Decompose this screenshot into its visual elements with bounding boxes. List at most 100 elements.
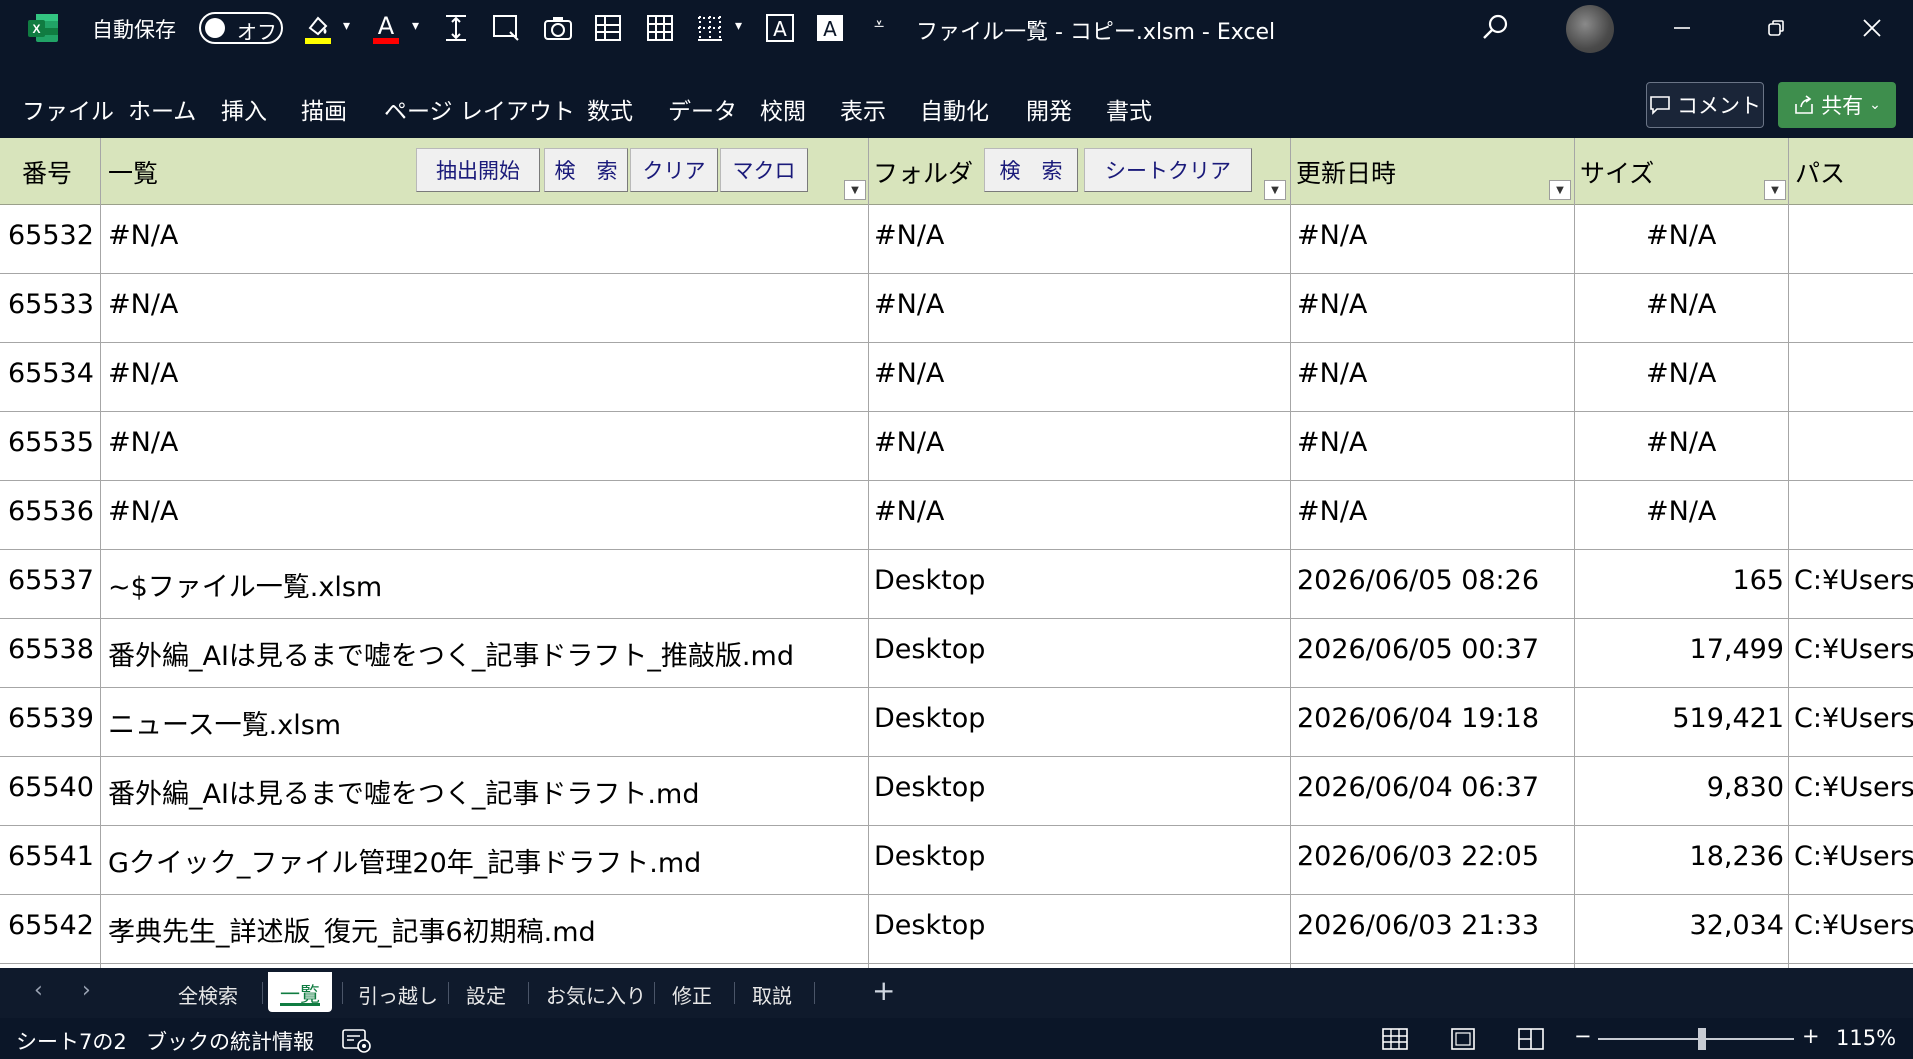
sheet-tab-all-search[interactable]: 全検索	[178, 980, 238, 1009]
search-icon[interactable]	[1478, 10, 1514, 46]
table-cell-date[interactable]: #N/A	[1297, 496, 1569, 527]
header-folder[interactable]: フォルダ	[873, 154, 973, 190]
table-cell-num[interactable]: 65540	[8, 772, 98, 803]
table-row[interactable]: 65541 Gクイック_ファイル管理20年_記事ドラフト.md Desktop 202…	[0, 825, 1913, 895]
table-row[interactable]: 65534 #N/A #N/A #N/A #N/A	[0, 342, 1913, 412]
borders-icon[interactable]	[692, 10, 728, 46]
table-cell-path[interactable]: C:¥Users	[1794, 703, 1913, 734]
table-cell-folder[interactable]: Desktop	[874, 634, 1286, 665]
table-row[interactable]: 65540 番外編_AIは見るまで嘘をつく_記事ドラフト.md Desktop 202…	[0, 756, 1913, 826]
header-path[interactable]: パス	[1795, 154, 1845, 190]
table-cell-size[interactable]: #N/A	[1646, 358, 1766, 389]
chevron-left-icon[interactable]: ‹	[34, 978, 43, 1003]
zoom-out-button[interactable]: −	[1574, 1024, 1592, 1048]
table-cell-folder[interactable]: Desktop	[874, 772, 1286, 803]
customize-qat-icon[interactable]: ⩡	[874, 14, 884, 35]
table-cell-date[interactable]: 2026/06/05 08:26	[1297, 565, 1569, 596]
table-cell-num[interactable]: 65532	[8, 220, 98, 251]
table-cell-size[interactable]: #N/A	[1646, 220, 1766, 251]
table-cell-path[interactable]: C:¥Users	[1794, 910, 1913, 941]
table-cell-date[interactable]: 2026/06/03 22:05	[1297, 841, 1569, 872]
table-cell-date[interactable]: #N/A	[1297, 427, 1569, 458]
table-cell-size[interactable]: 17,499	[1578, 634, 1784, 665]
workbook-stats[interactable]: ブックの統計情報	[146, 1026, 314, 1056]
tab-review[interactable]: 校閲	[760, 92, 806, 126]
table-cell-size[interactable]: 519,421	[1578, 703, 1784, 734]
table-row[interactable]: 65537 ~$ファイル一覧.xlsm Desktop 2026/06/05 08:2…	[0, 549, 1913, 619]
table-cell-name[interactable]: 孝典先生_詳述版_復元_記事6初期稿.md	[108, 910, 864, 949]
page-layout-view-icon[interactable]	[1444, 1024, 1482, 1054]
share-button[interactable]: 共有 ⌄	[1778, 82, 1896, 128]
table-cell-name[interactable]: 番外編_AIは見るまで嘘をつく_記事ドラフト_推敲版.md	[108, 634, 864, 673]
table-cell-path[interactable]: C:¥Users	[1794, 841, 1913, 872]
sheet-tab-settings[interactable]: 設定	[466, 980, 506, 1009]
table-row[interactable]: 65535 #N/A #N/A #N/A #N/A	[0, 411, 1913, 481]
table-cell-path[interactable]: C:¥Users	[1794, 634, 1913, 665]
table-cell-folder[interactable]: #N/A	[874, 496, 1286, 527]
table-row[interactable]: 65539 ニュース一覧.xlsm Desktop 2026/06/04 19:18 5…	[0, 687, 1913, 757]
text-box-icon[interactable]: A	[762, 10, 798, 46]
table-cell-folder[interactable]: #N/A	[874, 427, 1286, 458]
chevron-right-icon[interactable]: ›	[82, 978, 91, 1003]
zoom-slider-thumb[interactable]	[1697, 1028, 1706, 1050]
sheet-tab-fix[interactable]: 修正	[672, 980, 712, 1009]
fill-color-caret-icon[interactable]: ▾	[343, 18, 350, 34]
table-cell-num[interactable]: 65538	[8, 634, 98, 665]
filter-dropdown-icon[interactable]: ▼	[844, 180, 866, 200]
table-cell-size[interactable]: 9,830	[1578, 772, 1784, 803]
folder-search-button[interactable]: 検 索	[984, 148, 1078, 192]
table-cell-folder[interactable]: Desktop	[874, 565, 1286, 596]
table-cell-num[interactable]: 65535	[8, 427, 98, 458]
table-cell-num[interactable]: 65533	[8, 289, 98, 320]
sheet-tab-move[interactable]: 引っ越し	[358, 980, 438, 1009]
comment-button[interactable]: コメント	[1646, 82, 1764, 128]
table-cell-path[interactable]: C:¥Users	[1794, 772, 1913, 803]
close-icon[interactable]	[1844, 6, 1900, 50]
filter-dropdown-icon[interactable]: ▼	[1764, 180, 1786, 200]
table-cell-folder[interactable]: Desktop	[874, 910, 1286, 941]
table-cell-folder[interactable]: #N/A	[874, 289, 1286, 320]
zoom-level[interactable]: 115%	[1836, 1026, 1896, 1050]
table-cell-num[interactable]: 65539	[8, 703, 98, 734]
table-cell-name[interactable]: ニュース一覧.xlsm	[108, 703, 864, 742]
table-cell-folder[interactable]: #N/A	[874, 358, 1286, 389]
table-cell-name[interactable]: Gクイック_ファイル管理20年_記事ドラフト.md	[108, 841, 864, 880]
grid-icon[interactable]	[642, 10, 678, 46]
add-sheet-button[interactable]: +	[872, 974, 895, 1007]
tab-page-layout[interactable]: ページ レイアウト	[384, 92, 575, 126]
table-cell-size[interactable]: 32,034	[1578, 910, 1784, 941]
accessibility-icon[interactable]	[340, 1026, 372, 1054]
table-cell-name[interactable]: #N/A	[108, 358, 864, 389]
table-cell-size[interactable]: #N/A	[1646, 289, 1766, 320]
filter-dropdown-icon[interactable]: ▼	[1264, 180, 1286, 200]
clear-button[interactable]: クリア	[630, 148, 718, 192]
fill-color-icon[interactable]	[300, 10, 336, 46]
table-cell-num[interactable]: 65536	[8, 496, 98, 527]
minimize-icon[interactable]	[1654, 6, 1710, 50]
macro-button[interactable]: マクロ	[720, 148, 808, 192]
font-color-caret-icon[interactable]: ▾	[412, 18, 419, 34]
camera-icon[interactable]	[540, 10, 576, 46]
table-row[interactable]: 65536 #N/A #N/A #N/A #N/A	[0, 480, 1913, 550]
table-cell-name[interactable]: 番外編_AIは見るまで嘘をつく_記事ドラフト.md	[108, 772, 864, 811]
table-cell-date[interactable]: 2026/06/05 00:37	[1297, 634, 1569, 665]
normal-view-icon[interactable]	[1376, 1024, 1414, 1054]
table-cell-name[interactable]: #N/A	[108, 289, 864, 320]
tab-draw[interactable]: 描画	[301, 92, 347, 126]
tab-automate[interactable]: 自動化	[920, 92, 989, 126]
table-cell-date[interactable]: #N/A	[1297, 358, 1569, 389]
table-cell-name[interactable]: ~$ファイル一覧.xlsm	[108, 565, 864, 604]
extract-start-button[interactable]: 抽出開始	[416, 148, 540, 192]
table-cell-num[interactable]: 65542	[8, 910, 98, 941]
table-cell-size[interactable]: 18,236	[1578, 841, 1784, 872]
table-row[interactable]: 65538 番外編_AIは見るまで嘘をつく_記事ドラフト_推敲版.md Deskto…	[0, 618, 1913, 688]
row-height-icon[interactable]	[438, 10, 474, 46]
select-range-icon[interactable]	[488, 10, 524, 46]
tab-insert[interactable]: 挿入	[221, 92, 267, 126]
tab-view[interactable]: 表示	[840, 92, 886, 126]
header-list[interactable]: 一覧	[108, 154, 158, 190]
table-cell-num[interactable]: 65541	[8, 841, 98, 872]
table-cell-folder[interactable]: Desktop	[874, 841, 1286, 872]
zoom-in-button[interactable]: +	[1802, 1024, 1820, 1048]
table-row[interactable]: 65533 #N/A #N/A #N/A #N/A	[0, 273, 1913, 343]
